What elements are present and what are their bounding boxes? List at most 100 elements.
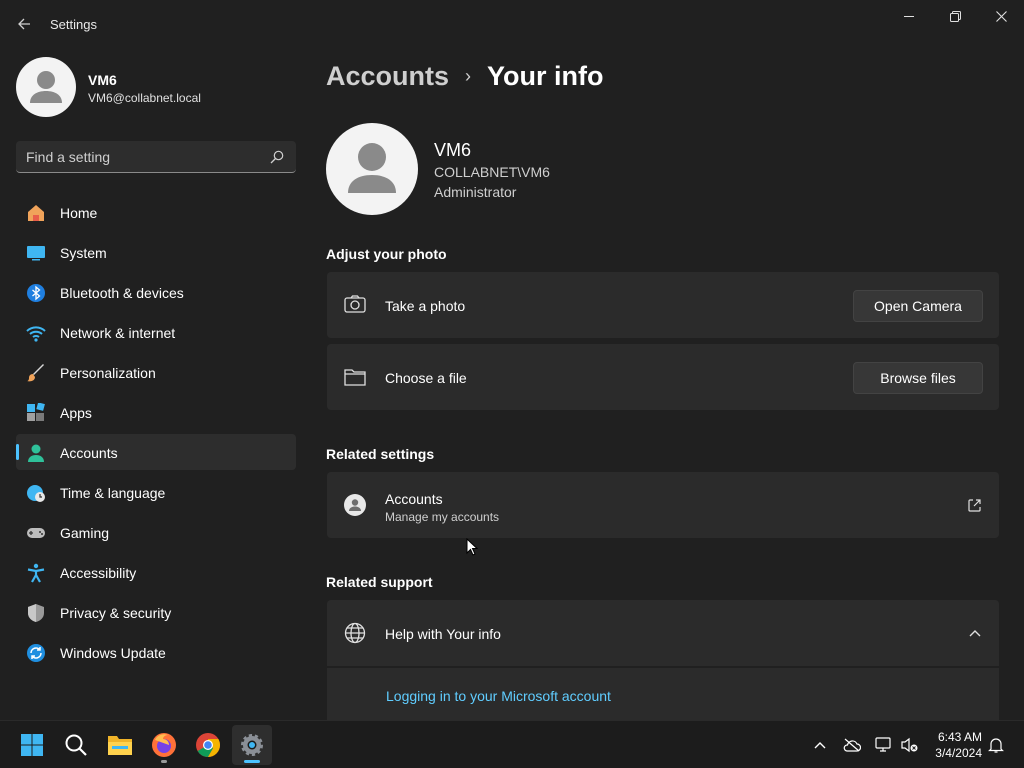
app-title: Settings (50, 17, 97, 32)
help-link-microsoft-account[interactable]: Logging in to your Microsoft account (386, 688, 611, 704)
apps-icon (27, 403, 45, 421)
person-icon (348, 143, 396, 193)
sidebar-item-label: Network & internet (60, 325, 176, 341)
running-indicator (161, 760, 167, 763)
sidebar-item-label: Time & language (60, 485, 166, 501)
account-circle-icon (344, 494, 366, 516)
open-camera-button[interactable]: Open Camera (853, 290, 983, 322)
onedrive-tray[interactable] (840, 733, 864, 757)
sidebar-item-accounts[interactable]: Accounts (16, 434, 296, 470)
close-icon (995, 10, 1007, 22)
user-info-card: VM6 COLLABNET\VM6 Administrator (326, 123, 826, 215)
search-box (16, 141, 296, 173)
person-icon (30, 71, 62, 103)
related-accounts-subtitle: Manage my accounts (385, 510, 500, 524)
taskbar-settings[interactable] (232, 725, 272, 765)
network-icon (875, 737, 891, 752)
sidebar-item-label: Privacy & security (60, 605, 172, 621)
bluetooth-icon (27, 284, 45, 302)
network-tray[interactable] (872, 733, 896, 757)
sidebar-item-label: Home (60, 205, 98, 221)
sidebar-nav: Home System Bluetooth & devices Network … (16, 194, 296, 674)
taskbar-firefox[interactable] (144, 725, 184, 765)
notifications-button[interactable] (984, 733, 1008, 757)
mouse-pointer-icon (466, 538, 478, 556)
wifi-icon (26, 326, 46, 342)
restore-icon (949, 10, 961, 22)
accessibility-icon (27, 563, 45, 583)
sidebar-item-system[interactable]: System (16, 234, 296, 270)
chevron-up-icon (814, 742, 826, 749)
search-icon (65, 734, 87, 756)
accounts-icon (28, 444, 44, 462)
show-hidden-icons-button[interactable] (808, 733, 832, 757)
file-explorer-icon (108, 736, 132, 755)
sidebar-item-label: Accounts (60, 445, 118, 461)
related-accounts-title: Accounts (385, 491, 443, 507)
globe-icon (344, 622, 366, 644)
minimize-button[interactable] (886, 0, 932, 32)
minimize-icon (903, 15, 914, 17)
cloud-offline-icon (843, 738, 861, 752)
taskbar-chrome[interactable] (188, 725, 228, 765)
sidebar-item-time-language[interactable]: Time & language (16, 474, 296, 510)
chevron-up-icon (969, 630, 981, 637)
section-title-related-settings: Related settings (326, 446, 435, 462)
sidebar-item-accessibility[interactable]: Accessibility (16, 554, 296, 590)
start-button[interactable] (12, 725, 52, 765)
brush-icon (27, 364, 44, 382)
choose-file-card: Choose a file Browse files (327, 344, 999, 410)
sidebar-item-gaming[interactable]: Gaming (16, 514, 296, 550)
page-title: Your info (487, 60, 604, 91)
taskbar: 6:43 AM 3/4/2024 (0, 720, 1024, 768)
taskbar-clock[interactable]: 6:43 AM 3/4/2024 (935, 729, 982, 761)
camera-icon (344, 295, 366, 313)
chrome-icon (196, 733, 220, 757)
taskbar-file-explorer[interactable] (100, 725, 140, 765)
help-expander[interactable]: Help with Your info (327, 600, 999, 666)
globe-clock-icon (27, 485, 45, 502)
browse-files-button[interactable]: Browse files (853, 362, 983, 394)
sidebar-item-network[interactable]: Network & internet (16, 314, 296, 350)
sidebar-item-apps[interactable]: Apps (16, 394, 296, 430)
profile-name: VM6 (88, 72, 117, 88)
breadcrumb-parent[interactable]: Accounts (326, 61, 449, 92)
sidebar-item-label: Personalization (60, 365, 156, 381)
sidebar-item-personalization[interactable]: Personalization (16, 354, 296, 390)
user-avatar (326, 123, 418, 215)
volume-muted-icon (901, 737, 918, 753)
restore-button[interactable] (932, 0, 978, 32)
search-icon[interactable] (270, 150, 284, 164)
title-bar: Settings (0, 0, 1024, 48)
sidebar-item-windows-update[interactable]: Windows Update (16, 634, 296, 670)
take-photo-label: Take a photo (385, 298, 466, 314)
sidebar-item-privacy-security[interactable]: Privacy & security (16, 594, 296, 630)
volume-tray[interactable] (898, 733, 922, 757)
sidebar-profile[interactable]: VM6 VM6@collabnet.local (16, 57, 296, 117)
accounts-related-link[interactable]: Accounts Manage my accounts (327, 472, 999, 538)
sidebar-item-label: Accessibility (60, 565, 137, 581)
sidebar-item-label: Gaming (60, 525, 110, 541)
user-domain: COLLABNET\VM6 (434, 164, 550, 180)
back-arrow-icon (18, 18, 30, 30)
sidebar-item-bluetooth[interactable]: Bluetooth & devices (16, 274, 296, 310)
help-title: Help with Your info (385, 626, 501, 642)
avatar (16, 57, 76, 117)
back-button[interactable] (12, 12, 36, 36)
firefox-icon (152, 733, 176, 757)
section-title-adjust-photo: Adjust your photo (326, 246, 447, 262)
user-name: VM6 (434, 140, 472, 160)
clock-time: 6:43 AM (937, 730, 982, 744)
sidebar-item-home[interactable]: Home (16, 194, 296, 230)
taskbar-search-button[interactable] (56, 725, 96, 765)
start-icon (21, 734, 43, 756)
sidebar-item-label: Windows Update (60, 645, 166, 661)
profile-email: VM6@collabnet.local (88, 91, 201, 105)
settings-icon (241, 734, 263, 756)
bell-icon (988, 738, 1004, 753)
breadcrumb: Accounts › Your info (326, 58, 604, 94)
breadcrumb-separator: › (465, 65, 472, 86)
close-button[interactable] (978, 0, 1024, 32)
shield-icon (28, 604, 44, 622)
search-input[interactable] (26, 141, 266, 172)
